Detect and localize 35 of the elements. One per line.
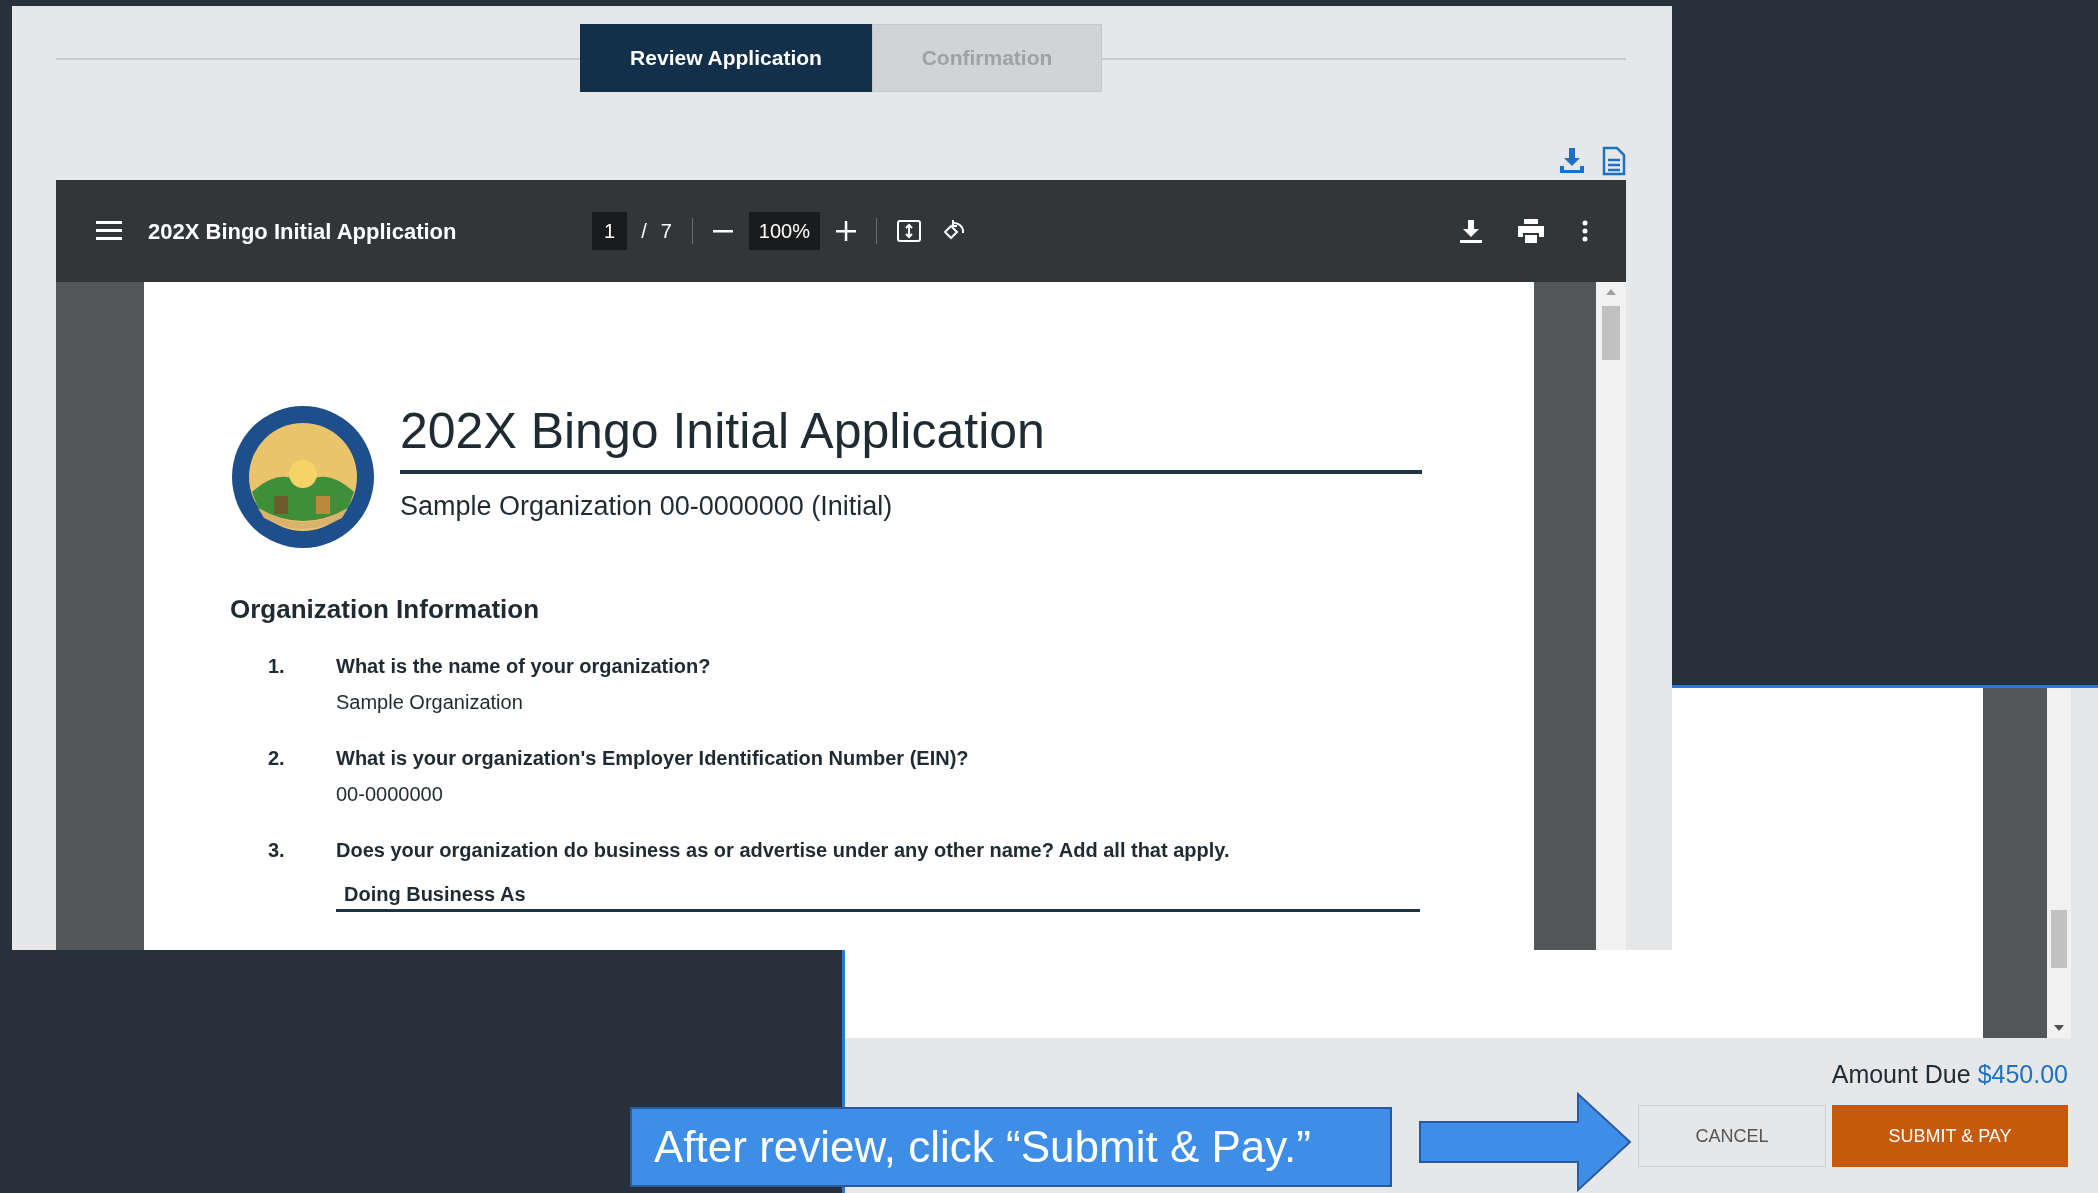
step-tab[interactable]: Review Application: [580, 24, 872, 92]
instruction-callout: After review, click “Submit & Pay.”: [630, 1107, 1392, 1187]
question-number: 2.: [268, 746, 286, 771]
answer-text: Sample Organization: [336, 690, 524, 715]
zoom-in-icon[interactable]: [835, 221, 856, 241]
answer-text: 00-0000000: [336, 782, 444, 807]
scrollbar[interactable]: [2047, 688, 2071, 1038]
cancel-button[interactable]: CANCEL: [1638, 1105, 1826, 1167]
question-number: 3.: [268, 838, 286, 863]
section-heading: Organization Information: [230, 593, 541, 626]
question-number: 1.: [268, 654, 286, 679]
scroll-thumb[interactable]: [1602, 306, 1620, 360]
question-text: What is your organization's Employer Identification Number (EIN)?: [336, 746, 969, 771]
scrollbar[interactable]: [1596, 282, 1626, 950]
amount-due: Amount Due $450.00: [1831, 1059, 2068, 1090]
print-icon[interactable]: [1518, 219, 1544, 243]
document-heading: 202X Bingo Initial Application: [400, 406, 1046, 456]
table-header: Doing Business As: [336, 879, 1420, 912]
scroll-thumb[interactable]: [2051, 910, 2067, 968]
question-text: Does your organization do business as or advertise under any other name? Add all that apply.: [336, 838, 1230, 863]
download-icon[interactable]: [1460, 219, 1482, 243]
page-count: 7: [660, 219, 672, 244]
fit-page-icon[interactable]: [896, 220, 921, 242]
zoom-field[interactable]: 100%: [748, 212, 820, 250]
document-icon[interactable]: [1602, 146, 1626, 176]
page-separator: /: [641, 219, 647, 244]
document-subtitle: Sample Organization 00-0000000 (Initial): [400, 490, 894, 523]
submit-pay-button[interactable]: SUBMIT & PAY: [1832, 1105, 2068, 1167]
question-text: What is the name of your organization?: [336, 654, 711, 679]
document-title: 202X Bingo Initial Application: [148, 217, 458, 246]
page-number-field[interactable]: 1: [592, 212, 628, 250]
menu-icon[interactable]: [96, 221, 122, 241]
arrow-icon: [1418, 1092, 1632, 1192]
scroll-down-icon[interactable]: [2053, 1024, 2065, 1032]
more-options-icon[interactable]: [1582, 220, 1588, 242]
